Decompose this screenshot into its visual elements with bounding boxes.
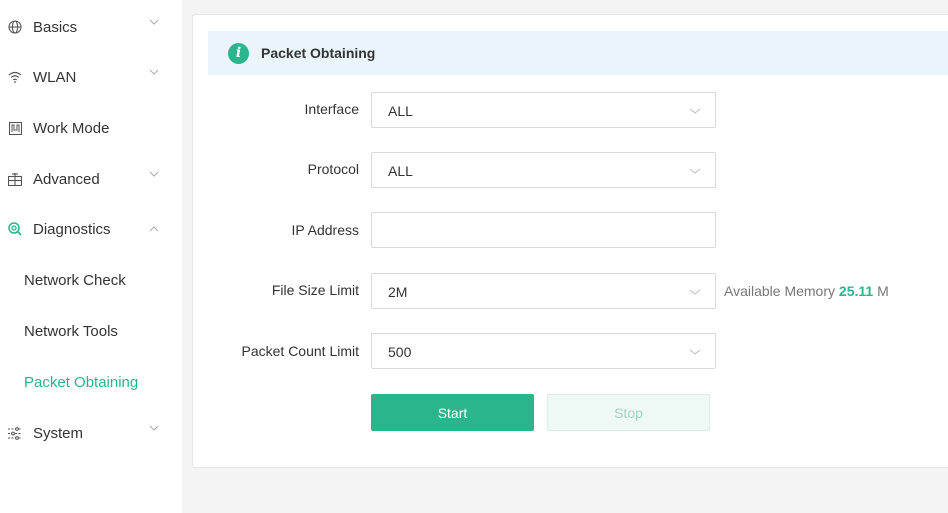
sidebar-subitem-label: Network Check <box>24 271 126 289</box>
available-memory: Available Memory 25.11 M <box>724 283 889 299</box>
diagnostics-icon <box>7 221 23 237</box>
sidebar-subitem-network-tools[interactable]: Network Tools <box>0 306 182 356</box>
sidebar-item-work-mode[interactable]: Work Mode <box>0 103 182 153</box>
file-size-limit-value: 2M <box>388 284 408 300</box>
interface-select[interactable]: ALL <box>371 92 716 128</box>
sidebar: Basics WLAN Work Mode Advanced Diagnosti… <box>0 0 182 513</box>
sidebar-item-label: Advanced <box>33 170 100 188</box>
info-banner: i Packet Obtaining <box>208 31 948 75</box>
work-mode-icon <box>7 120 23 136</box>
chevron-down-icon <box>149 423 159 433</box>
sidebar-item-basics[interactable]: Basics <box>0 2 182 52</box>
protocol-label: Protocol <box>307 161 359 177</box>
wifi-icon <box>7 69 23 85</box>
sidebar-item-label: System <box>33 424 84 442</box>
sidebar-subitem-packet-obtaining[interactable]: Packet Obtaining <box>0 357 182 407</box>
protocol-value: ALL <box>388 163 413 179</box>
interface-value: ALL <box>388 103 413 119</box>
sidebar-item-diagnostics[interactable]: Diagnostics <box>0 204 182 254</box>
sidebar-item-label: WLAN <box>33 68 77 86</box>
page-title: Packet Obtaining <box>261 45 376 61</box>
available-memory-unit: M <box>877 283 889 299</box>
globe-icon <box>7 19 23 35</box>
chevron-down-icon <box>689 289 701 295</box>
stop-button[interactable]: Stop <box>547 394 710 431</box>
protocol-select[interactable]: ALL <box>371 152 716 188</box>
advanced-icon <box>7 171 23 187</box>
chevron-down-icon <box>149 17 159 27</box>
file-size-limit-label: File Size Limit <box>271 282 359 298</box>
file-size-limit-select[interactable]: 2M <box>371 273 716 309</box>
available-memory-value: 25.11 <box>838 283 874 299</box>
ip-address-field[interactable] <box>371 212 716 248</box>
chevron-down-icon <box>689 108 701 114</box>
available-memory-label: Available Memory <box>724 283 836 299</box>
packet-count-limit-select[interactable]: 500 <box>371 333 716 369</box>
chevron-down-icon <box>149 67 159 77</box>
packet-count-limit-value: 500 <box>388 344 412 360</box>
sidebar-subitem-label: Packet Obtaining <box>24 373 139 391</box>
sidebar-item-label: Basics <box>33 18 78 36</box>
sidebar-item-system[interactable]: System <box>0 408 182 458</box>
sidebar-item-label: Diagnostics <box>33 220 111 238</box>
ip-address-label: IP Address <box>291 222 359 238</box>
sidebar-subitem-network-check[interactable]: Network Check <box>0 255 182 305</box>
interface-label: Interface <box>304 101 359 117</box>
ip-address-input[interactable] <box>372 213 715 247</box>
system-icon <box>7 425 23 441</box>
chevron-down-icon <box>689 168 701 174</box>
sidebar-item-advanced[interactable]: Advanced <box>0 154 182 204</box>
start-button[interactable]: Start <box>371 394 534 431</box>
sidebar-subitem-label: Network Tools <box>24 322 118 340</box>
chevron-up-icon <box>149 224 159 234</box>
chevron-down-icon <box>689 349 701 355</box>
packet-count-limit-label: Packet Count Limit <box>241 343 360 359</box>
sidebar-item-wlan[interactable]: WLAN <box>0 52 182 102</box>
chevron-down-icon <box>149 169 159 179</box>
info-icon: i <box>228 42 249 64</box>
sidebar-item-label: Work Mode <box>33 119 110 137</box>
